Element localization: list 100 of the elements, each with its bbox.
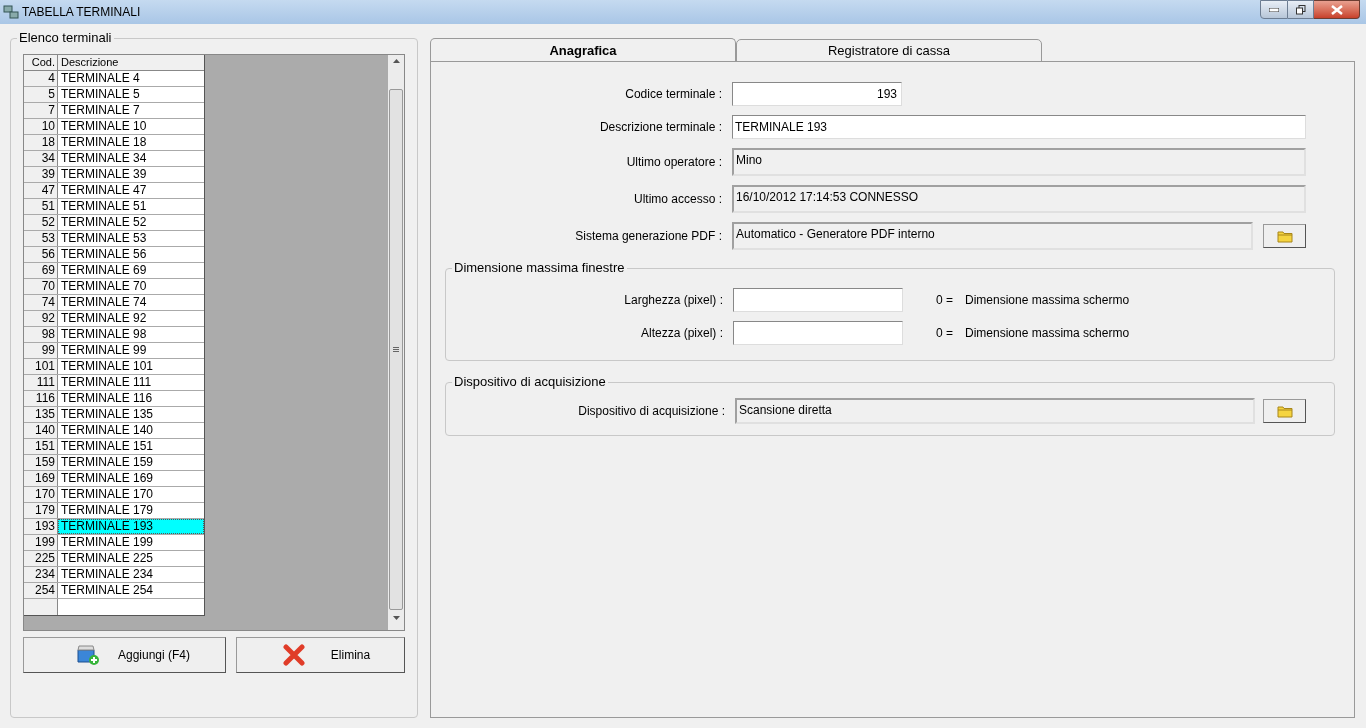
- field-label: Codice terminale :: [624, 86, 723, 103]
- table-cell: 159: [24, 455, 58, 470]
- table-cell: 18: [24, 135, 58, 150]
- table-cell: 193: [24, 519, 58, 534]
- hint-value: 0 =: [936, 325, 953, 342]
- table-cell-text: TERMINALE 101: [60, 359, 155, 374]
- table-row[interactable]: 111 TERMINALE 111: [24, 375, 204, 391]
- table-row[interactable]: 18 TERMINALE 18: [24, 135, 204, 151]
- input-field[interactable]: 193: [732, 82, 902, 106]
- table-cell: 51: [24, 199, 58, 214]
- table-cell: 70: [24, 279, 58, 294]
- browse-button[interactable]: [1263, 399, 1306, 423]
- tab[interactable]: Anagrafica: [430, 38, 736, 62]
- table-cell-text: TERMINALE 56: [60, 247, 148, 262]
- table-cell: 135: [24, 407, 58, 422]
- input-field[interactable]: [733, 288, 903, 312]
- table-cell-text: TERMINALE 51: [60, 199, 148, 214]
- table-cell-text: TERMINALE 52: [60, 215, 148, 230]
- table-row[interactable]: 234 TERMINALE 234: [24, 567, 204, 583]
- table-cell-text: TERMINALE 135: [60, 407, 155, 422]
- close-button[interactable]: [1314, 0, 1360, 19]
- table-row[interactable]: 47 TERMINALE 47: [24, 183, 204, 199]
- tab[interactable]: Registratore di cassa: [736, 39, 1042, 62]
- table-row[interactable]: 98 TERMINALE 98: [24, 327, 204, 343]
- scroll-down-icon: [392, 616, 400, 620]
- browse-button[interactable]: [1263, 224, 1306, 248]
- scroll-up-icon: [392, 59, 400, 63]
- column-header: Descrizione: [60, 55, 120, 70]
- table-row[interactable]: 39 TERMINALE 39: [24, 167, 204, 183]
- minimize-button[interactable]: [1260, 0, 1288, 19]
- table-cell-text: TERMINALE 199: [60, 535, 155, 550]
- table-cell: 10: [24, 119, 58, 134]
- table-row[interactable]: 53 TERMINALE 53: [24, 231, 204, 247]
- table-cell: 92: [24, 311, 58, 326]
- table-row[interactable]: 199 TERMINALE 199: [24, 535, 204, 551]
- table-cell-text: TERMINALE 10: [60, 119, 148, 134]
- window-title: TABELLA TERMINALI: [22, 4, 141, 21]
- table-cell-text: TERMINALE 116: [60, 391, 154, 406]
- table-cell: 39: [24, 167, 58, 182]
- table-row[interactable]: 169 TERMINALE 169: [24, 471, 204, 487]
- input-field[interactable]: Scansione diretta: [735, 398, 1255, 424]
- table-row[interactable]: 254 TERMINALE 254: [24, 583, 204, 599]
- table-cell: TERMINALE 193: [58, 519, 204, 534]
- table-row[interactable]: 56 TERMINALE 56: [24, 247, 204, 263]
- field-label: Sistema generazione PDF :: [574, 228, 723, 245]
- table-cell-text: TERMINALE 69: [60, 263, 148, 278]
- table-row[interactable]: 101 TERMINALE 101: [24, 359, 204, 375]
- table-row[interactable]: 92 TERMINALE 92: [24, 311, 204, 327]
- table-row[interactable]: 99 TERMINALE 99: [24, 343, 204, 359]
- table-cell-text: TERMINALE 4: [60, 71, 141, 86]
- table-row[interactable]: 116 TERMINALE 116: [24, 391, 204, 407]
- table-row[interactable]: 140 TERMINALE 140: [24, 423, 204, 439]
- table-cell: 151: [24, 439, 58, 454]
- grip-icon: [393, 347, 399, 352]
- input-field[interactable]: 16/10/2012 17:14:53 CONNESSO: [732, 185, 1306, 213]
- table-row[interactable]: 52 TERMINALE 52: [24, 215, 204, 231]
- table-row[interactable]: 70 TERMINALE 70: [24, 279, 204, 295]
- table-cell: 116: [24, 391, 58, 406]
- scrollbar[interactable]: [388, 55, 404, 630]
- table-cell: 225: [24, 551, 58, 566]
- field-label: Ultimo accesso :: [632, 191, 723, 208]
- table-cell: 5: [24, 87, 58, 102]
- input-field[interactable]: TERMINALE 193: [732, 115, 1306, 139]
- table-cell-text: TERMINALE 170: [60, 487, 155, 502]
- table-cell-text: TERMINALE 92: [60, 311, 148, 326]
- table-cell-text: TERMINALE 47: [60, 183, 148, 198]
- scroll-thumb[interactable]: [389, 89, 403, 610]
- table-cell: 52: [24, 215, 58, 230]
- maximize-button[interactable]: [1288, 0, 1314, 19]
- table-row[interactable]: 34 TERMINALE 34: [24, 151, 204, 167]
- input-field[interactable]: Automatico - Generatore PDF interno: [732, 222, 1253, 250]
- folder-icon: [1276, 229, 1293, 243]
- table-row[interactable]: 69 TERMINALE 69: [24, 263, 204, 279]
- table-cell-text: TERMINALE 98: [60, 327, 148, 342]
- table-cell: 101: [24, 359, 58, 374]
- table-row[interactable]: 7 TERMINALE 7: [24, 103, 204, 119]
- table-row[interactable]: 10 TERMINALE 10: [24, 119, 204, 135]
- table-cell: 4: [24, 71, 58, 86]
- field-label: Larghezza (pixel) :: [623, 292, 724, 309]
- table-row[interactable]: 225 TERMINALE 225: [24, 551, 204, 567]
- input-field[interactable]: [733, 321, 903, 345]
- table-cell: 179: [24, 503, 58, 518]
- group-title: Dispositivo di acquisizione: [452, 374, 608, 390]
- table-row[interactable]: 159 TERMINALE 159: [24, 455, 204, 471]
- table-row[interactable]: 4 TERMINALE 4: [24, 71, 204, 87]
- table-row[interactable]: 151 TERMINALE 151: [24, 439, 204, 455]
- table-row[interactable]: 193 TERMINALE 193: [24, 519, 204, 535]
- table-row[interactable]: 135 TERMINALE 135: [24, 407, 204, 423]
- table-cell: 170: [24, 487, 58, 502]
- table-cell-text: TERMINALE 39: [60, 167, 148, 182]
- table-row[interactable]: 5 TERMINALE 5: [24, 87, 204, 103]
- table-cell-text: TERMINALE 34: [60, 151, 148, 166]
- table-cell: 99: [24, 343, 58, 358]
- table-row[interactable]: 51 TERMINALE 51: [24, 199, 204, 215]
- table-row[interactable]: 170 TERMINALE 170: [24, 487, 204, 503]
- table-cell-text: TERMINALE 53: [60, 231, 148, 246]
- table-row[interactable]: 74 TERMINALE 74: [24, 295, 204, 311]
- input-field[interactable]: Mino: [732, 148, 1306, 176]
- add-button[interactable]: Aggiungi (F4): [23, 637, 226, 673]
- delete-button[interactable]: Elimina: [235, 637, 405, 673]
